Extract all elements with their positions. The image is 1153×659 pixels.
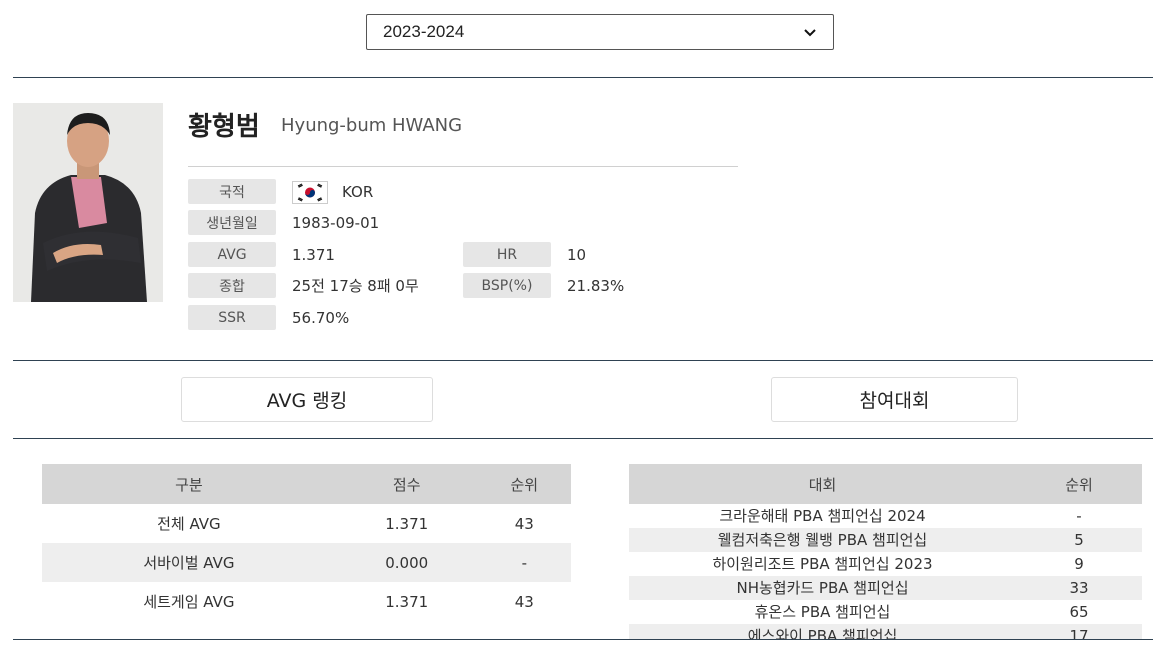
- table-cell: 0.000: [335, 543, 478, 582]
- table-header: 순위: [477, 464, 571, 504]
- table-cell: 전체 AVG: [157, 515, 221, 533]
- table-cell: 43: [514, 592, 534, 611]
- table-row: 세트게임 AVG 1.371 43: [42, 582, 571, 621]
- table-row: 웰컴저축은행 웰뱅 PBA 챔피언십 5: [629, 528, 1142, 552]
- table-cell: 33: [1016, 576, 1142, 600]
- table-row: 크라운해태 PBA 챔피언십 2024 -: [629, 504, 1142, 528]
- table-cell: 웰컴저축은행 웰뱅 PBA 챔피언십: [629, 528, 1016, 552]
- table-cell: 43: [514, 514, 534, 533]
- season-select-value: 2023-2024: [383, 22, 465, 41]
- birth-value: 1983-09-01: [292, 213, 380, 232]
- table-row: 휴온스 PBA 챔피언십 65: [629, 600, 1142, 624]
- table-cell: 크라운해태 PBA 챔피언십 2024: [719, 507, 926, 525]
- table-cell: 서바이벌 AVG: [42, 543, 336, 582]
- table-cell: 세트게임 AVG: [143, 593, 235, 611]
- table-cell: -: [1076, 507, 1082, 525]
- name-divider: [188, 166, 738, 167]
- avg-label: AVG: [188, 242, 276, 267]
- table-header: 점수: [335, 464, 478, 504]
- avg-value: 1.371: [292, 245, 335, 264]
- table-cell: NH농협카드 PBA 챔피언십: [629, 576, 1016, 600]
- table-cell: -: [477, 543, 571, 582]
- record-value: 25전 17승 8패 0무: [292, 277, 419, 295]
- table-row: 에스와이 PBA 챔피언십 17: [629, 624, 1142, 640]
- table-cell: 5: [1016, 528, 1142, 552]
- divider: [13, 360, 1153, 361]
- hr-label: HR: [463, 242, 551, 267]
- record-label: 종합: [188, 273, 276, 298]
- table-row: 서바이벌 AVG 0.000 -: [42, 543, 571, 582]
- table-cell: 1.371: [385, 592, 429, 611]
- table-row: 하이원리조트 PBA 챔피언십 2023 9: [629, 552, 1142, 576]
- chevron-down-icon: [804, 29, 816, 37]
- table-cell: 9: [1074, 555, 1084, 573]
- tab-events[interactable]: 참여대회: [771, 377, 1018, 422]
- events-table: 대회 순위 크라운해태 PBA 챔피언십 2024 - 웰컴저축은행 웰뱅 PB…: [629, 464, 1142, 640]
- divider: [13, 639, 1153, 640]
- table-cell: 하이원리조트 PBA 챔피언십 2023: [712, 555, 933, 573]
- player-photo: [13, 103, 163, 302]
- table-cell: 1.371: [385, 514, 429, 533]
- table-row: NH농협카드 PBA 챔피언십 33: [629, 576, 1142, 600]
- hr-value: 10: [567, 245, 587, 264]
- table-cell: 17: [1016, 624, 1142, 640]
- nationality-value: KOR: [342, 182, 374, 201]
- season-select[interactable]: 2023-2024: [366, 14, 834, 50]
- table-header: 대회: [629, 464, 1016, 504]
- table-header: 구분: [42, 464, 336, 504]
- tab-avg-ranking[interactable]: AVG 랭킹: [181, 377, 433, 422]
- table-cell: 에스와이 PBA 챔피언십: [629, 624, 1016, 640]
- bsp-label: BSP(%): [463, 273, 551, 298]
- divider: [13, 438, 1153, 439]
- ssr-label: SSR: [188, 305, 276, 330]
- bsp-value: 21.83%: [567, 276, 625, 295]
- player-name-korean: 황형범: [188, 112, 260, 142]
- birth-label: 생년월일: [188, 210, 276, 235]
- table-cell: 65: [1069, 603, 1089, 621]
- events-table-scroll[interactable]: 대회 순위 크라운해태 PBA 챔피언십 2024 - 웰컴저축은행 웰뱅 PB…: [629, 464, 1142, 640]
- table-row: 전체 AVG 1.371 43: [42, 504, 571, 543]
- table-cell: 휴온스 PBA 챔피언십: [754, 603, 891, 621]
- avg-ranking-table: 구분 점수 순위 전체 AVG 1.371 43 서바이벌 AVG 0.000 …: [42, 464, 571, 621]
- korea-flag-icon: [292, 181, 328, 204]
- ssr-value: 56.70%: [292, 308, 350, 327]
- divider: [13, 77, 1153, 78]
- nationality-label: 국적: [188, 179, 276, 204]
- player-name-english: Hyung-bum HWANG: [281, 115, 463, 136]
- table-header: 순위: [1016, 464, 1142, 504]
